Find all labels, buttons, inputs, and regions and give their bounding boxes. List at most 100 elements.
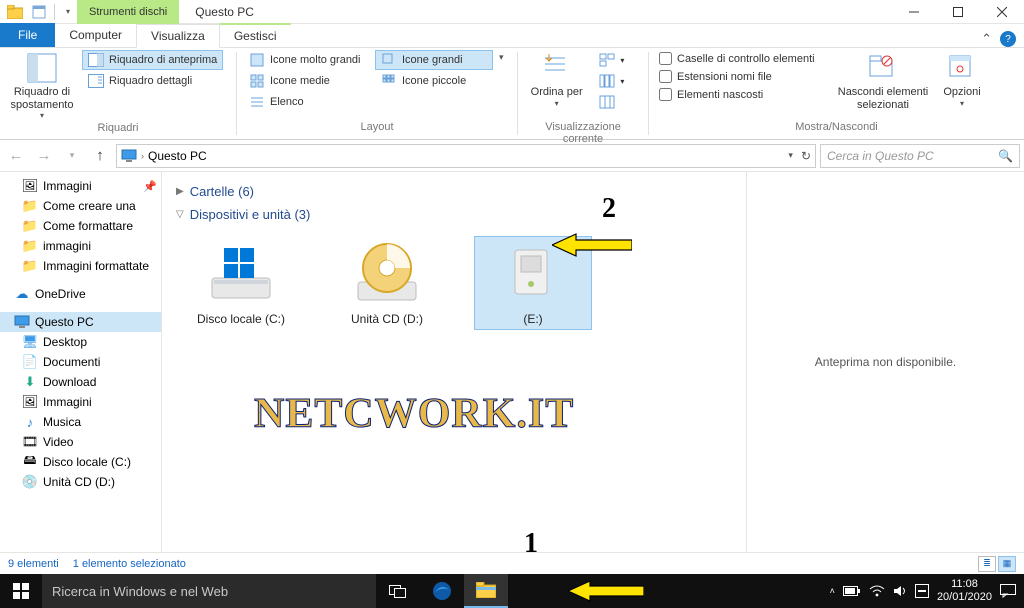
folders-header[interactable]: ▶ Cartelle (6) [176, 180, 732, 203]
size-columns-icon [599, 94, 615, 110]
sidebar-item-onedrive[interactable]: ☁OneDrive [0, 284, 161, 304]
this-pc-icon [121, 149, 137, 163]
chevron-down-icon: ▾ [960, 99, 964, 108]
layout-small[interactable]: Icone piccole [375, 71, 493, 91]
group-label-show-hide: Mostra/Nascondi [655, 121, 1018, 137]
address-dropdown-icon[interactable]: ▾ [788, 150, 793, 161]
chevron-down-icon: ▾ [40, 111, 44, 120]
volume-icon[interactable] [893, 585, 907, 597]
ribbon-collapse-icon[interactable]: ⌃ [981, 31, 992, 47]
sidebar-item-pictures[interactable]: 🖼Immagini [0, 392, 161, 412]
expander-collapsed-icon[interactable]: ▶ [176, 186, 184, 197]
add-columns-button[interactable]: ▾ [593, 71, 642, 91]
drive-item-d[interactable]: Unità CD (D:) [328, 236, 446, 330]
sidebar-item-folder[interactable]: 📁immagini [0, 236, 161, 256]
file-extensions-toggle[interactable]: Estensioni nomi file [655, 68, 831, 85]
drive-item-c[interactable]: Disco locale (C:) [182, 236, 300, 330]
nav-up-button[interactable]: ↑ [88, 144, 112, 168]
options-button[interactable]: Opzioni ▾ [935, 50, 989, 110]
group-by-button[interactable]: ▾ [593, 50, 642, 70]
breadcrumb-separator-icon[interactable]: › [141, 151, 144, 161]
action-center-icon[interactable] [1000, 584, 1016, 598]
nav-back-button[interactable]: ← [4, 144, 28, 168]
sidebar-item-videos[interactable]: 🎞Video [0, 432, 161, 452]
sidebar-item-desktop[interactable]: 🖥Desktop [0, 332, 161, 352]
details-view-button[interactable]: ≣ [978, 556, 996, 572]
layout-medium[interactable]: Icone medie [243, 71, 371, 91]
navigation-pane-button[interactable]: Riquadro di spostamento ▾ [6, 50, 78, 122]
window-close-button[interactable] [980, 0, 1024, 24]
sidebar-item-cd-d[interactable]: 💿Unità CD (D:) [0, 472, 161, 492]
chevron-down-icon: ▾ [620, 56, 624, 65]
details-pane-label: Riquadro dettagli [109, 75, 192, 87]
breadcrumb-location[interactable]: Questo PC [148, 149, 207, 163]
sidebar-item-folder[interactable]: 📁Immagini formattate [0, 256, 161, 276]
layout-expand-icon[interactable]: ▾ [497, 50, 506, 65]
hide-selected-button[interactable]: Nascondi elementi selezionati [835, 50, 931, 113]
add-columns-icon [599, 73, 615, 89]
sidebar-item-music[interactable]: ♪Musica [0, 412, 161, 432]
address-bar[interactable]: › Questo PC ▾ ↻ [116, 144, 816, 168]
nav-recent-button[interactable]: ▾ [60, 144, 84, 168]
sidebar-item-documents[interactable]: 📄Documenti [0, 352, 161, 372]
help-icon[interactable]: ? [1000, 31, 1016, 47]
layout-large[interactable]: Icone grandi [375, 50, 493, 70]
status-selection: 1 elemento selezionato [73, 558, 186, 570]
annotation-number-2: 2 [602, 193, 616, 225]
tab-file[interactable]: File [0, 23, 55, 47]
clock-date: 20/01/2020 [937, 591, 992, 604]
documents-icon: 📄 [22, 354, 38, 370]
expander-expanded-icon[interactable]: ▽ [176, 209, 184, 220]
sidebar-item-pictures-pinned[interactable]: 🖼Immagini📌 [0, 176, 161, 196]
preview-pane-label: Riquadro di anteprima [109, 54, 217, 66]
watermark-text: NETCWORK.IT [254, 390, 574, 438]
wifi-icon[interactable] [869, 585, 885, 597]
layout-extra-large[interactable]: Icone molto grandi [243, 50, 371, 70]
taskbar-app-edge[interactable] [420, 574, 464, 608]
navigation-tree: 🖼Immagini📌 📁Come creare una 📁Come format… [0, 172, 162, 552]
tray-overflow-icon[interactable]: ˄ [830, 586, 835, 596]
downloads-icon: ⬇ [22, 374, 38, 390]
sort-by-button[interactable]: Ordina per ▾ [524, 50, 589, 110]
sidebar-item-downloads[interactable]: ⬇Download [0, 372, 161, 392]
folder-icon: 📁 [22, 198, 38, 214]
nav-forward-button[interactable]: → [32, 144, 56, 168]
start-button[interactable] [0, 574, 42, 608]
layout-list[interactable]: Elenco [243, 92, 371, 112]
hidden-items-toggle[interactable]: Elementi nascosti [655, 86, 831, 103]
qat-dropdown-icon[interactable]: ▾ [59, 7, 77, 16]
folder-icon: 📁 [22, 258, 38, 274]
window-maximize-button[interactable] [936, 0, 980, 24]
language-icon[interactable] [915, 584, 929, 598]
taskbar-search-input[interactable]: Ricerca in Windows e nel Web [42, 574, 376, 608]
tab-manage[interactable]: Gestisci [220, 23, 291, 47]
details-pane-button[interactable]: Riquadro dettagli [82, 71, 223, 91]
icons-view-button[interactable]: ▦ [998, 556, 1016, 572]
preview-pane-icon [88, 52, 104, 68]
devices-header[interactable]: ▽ Dispositivi e unità (3) [176, 203, 732, 226]
sidebar-item-folder[interactable]: 📁Come creare una [0, 196, 161, 216]
tab-view[interactable]: Visualizza [136, 24, 220, 48]
this-pc-icon [14, 314, 30, 330]
task-view-button[interactable] [376, 574, 420, 608]
qat-properties-icon[interactable] [28, 2, 50, 22]
sidebar-item-folder[interactable]: 📁Come formattare [0, 216, 161, 236]
hide-selected-label: Nascondi elementi selezionati [837, 86, 929, 111]
navigation-pane-label: Riquadro di spostamento [8, 86, 76, 111]
pin-icon: 📌 [143, 180, 157, 193]
ribbon-tabs: File Computer Visualizza Gestisci ⌃ ? [0, 24, 1024, 48]
size-columns-button[interactable] [593, 92, 642, 112]
preview-pane-button[interactable]: Riquadro di anteprima [82, 50, 223, 70]
tab-computer[interactable]: Computer [55, 23, 136, 47]
taskbar-search-placeholder: Ricerca in Windows e nel Web [52, 584, 228, 599]
window-minimize-button[interactable] [892, 0, 936, 24]
search-input[interactable]: Cerca in Questo PC 🔍 [820, 144, 1020, 168]
battery-icon[interactable] [843, 586, 861, 597]
item-checkboxes-toggle[interactable]: Caselle di controllo elementi [655, 50, 831, 67]
sidebar-item-this-pc[interactable]: Questo PC [0, 312, 161, 332]
content-pane[interactable]: ▶ Cartelle (6) ▽ Dispositivi e unità (3)… [162, 172, 746, 552]
onedrive-icon: ☁ [14, 286, 30, 302]
sidebar-item-disk-c[interactable]: 🖴Disco locale (C:) [0, 452, 161, 472]
refresh-icon[interactable]: ↻ [801, 149, 811, 163]
taskbar-app-explorer[interactable] [464, 574, 508, 608]
